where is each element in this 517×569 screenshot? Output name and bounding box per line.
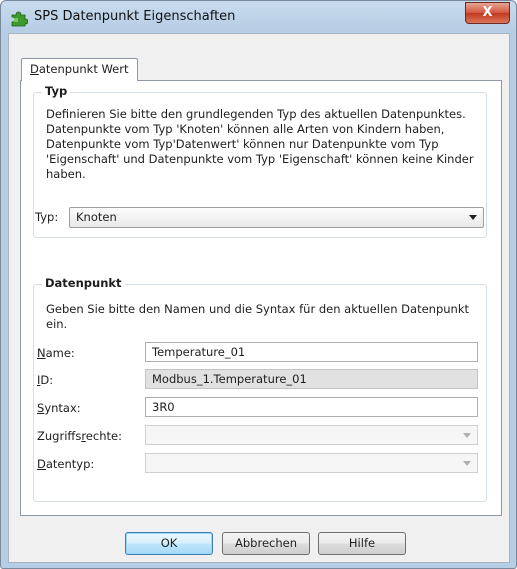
typ-select[interactable]: Knoten — [69, 207, 484, 228]
tab-label-accel: D — [30, 62, 39, 76]
typ-select-value: Knoten — [76, 210, 117, 224]
id-label-rest: D: — [40, 373, 54, 387]
syntax-label-rest: yntax: — [44, 401, 81, 415]
access-rights-label: Zugriffsrechte: — [37, 429, 122, 443]
dialog-client: Datenpunkt Wert Typ Definieren Sie bitte… — [8, 33, 510, 563]
tab-label: atenpunkt Wert — [38, 62, 129, 76]
ok-button[interactable]: OK — [125, 532, 213, 555]
dialog-window: SPS Datenpunkt Eigenschaften X Datenpunk… — [0, 0, 517, 569]
syntax-label: Syntax: — [37, 401, 81, 415]
datatype-label-rest: atentyp: — [45, 457, 95, 471]
datatype-label-accel: D — [37, 457, 46, 471]
datenpunkt-group-title: Datenpunkt — [42, 276, 125, 290]
cancel-button[interactable]: Abbrechen — [222, 532, 310, 555]
datatype-select[interactable] — [145, 453, 478, 473]
name-input[interactable] — [145, 342, 478, 362]
access-label-pre: Zugriffs — [37, 429, 82, 443]
chevron-down-icon — [469, 215, 477, 220]
window-title: SPS Datenpunkt Eigenschaften — [34, 9, 236, 24]
title-bar[interactable]: SPS Datenpunkt Eigenschaften X — [1, 1, 516, 33]
name-label-rest: ame: — [45, 346, 75, 360]
name-label: Name: — [37, 346, 75, 360]
typ-group: Typ Definieren Sie bitte den grundlegend… — [33, 84, 487, 238]
chevron-down-icon — [463, 461, 471, 466]
close-button[interactable]: X — [465, 2, 510, 24]
access-label-rest: echte: — [85, 429, 122, 443]
datenpunkt-description: Geben Sie bitte den Namen und die Syntax… — [46, 302, 469, 331]
puzzle-icon — [11, 11, 28, 27]
tab-datenpunkt-wert[interactable]: Datenpunkt Wert — [21, 58, 138, 81]
access-rights-select[interactable] — [145, 425, 478, 445]
typ-group-title: Typ — [42, 84, 71, 98]
help-button[interactable]: Hilfe — [318, 532, 406, 555]
datatype-label: Datentyp: — [37, 457, 94, 471]
chevron-down-icon — [463, 433, 471, 438]
id-field — [145, 369, 478, 389]
name-label-accel: N — [37, 346, 46, 360]
datenpunkt-group: Datenpunkt Geben Sie bitte den Namen und… — [33, 276, 487, 502]
tab-panel: Typ Definieren Sie bitte den grundlegend… — [20, 80, 502, 516]
typ-description: Definieren Sie bitte den grundlegenden T… — [46, 107, 474, 181]
syntax-input[interactable] — [145, 397, 478, 417]
id-label: ID: — [37, 373, 53, 387]
typ-label: Typ: — [35, 210, 59, 224]
